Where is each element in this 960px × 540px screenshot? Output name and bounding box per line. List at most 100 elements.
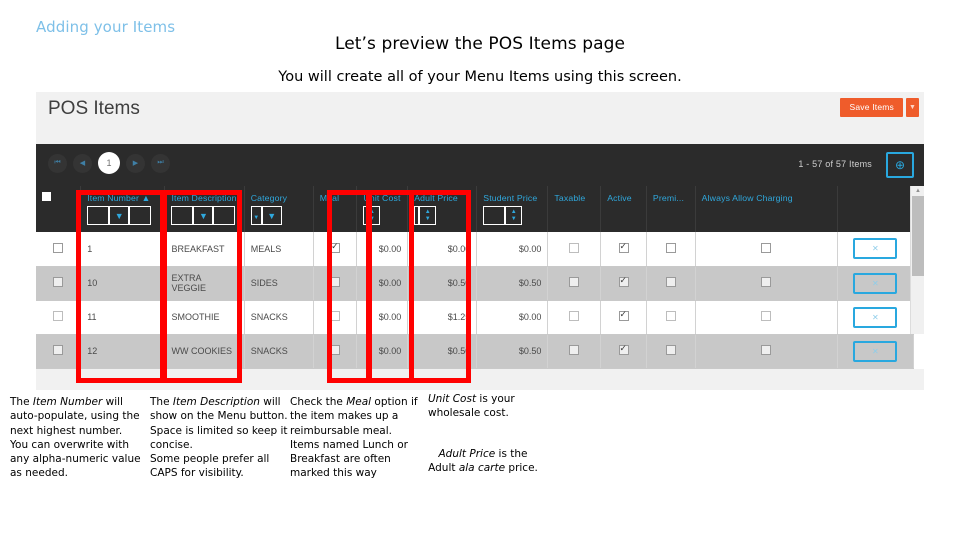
filter-item-description[interactable]: ▼: [164, 205, 245, 232]
col-adult-price[interactable]: Adult Price: [407, 186, 478, 205]
cell-unit-cost[interactable]: $0.00: [356, 300, 409, 335]
cell-unit-cost[interactable]: $0.00: [356, 266, 409, 301]
note-item-number-line2: You can overwrite with any alpha-numeric…: [10, 438, 141, 480]
vertical-scrollbar[interactable]: ▲: [910, 186, 924, 334]
cell-taxable-checkbox[interactable]: [569, 242, 580, 253]
cell-item-description[interactable]: WW COOKIES: [164, 334, 245, 369]
funnel-icon[interactable]: ▼: [193, 206, 214, 225]
save-items-button[interactable]: Save Items: [840, 98, 903, 117]
cell-meal-checkbox[interactable]: [330, 241, 341, 253]
cell-item-number[interactable]: 1: [80, 232, 166, 267]
funnel-icon[interactable]: ▼: [261, 206, 282, 225]
col-select-all[interactable]: [36, 186, 82, 205]
cell-item-number[interactable]: 12: [80, 334, 166, 369]
cell-active-checkbox[interactable]: [618, 241, 629, 253]
cell-unit-cost[interactable]: $0.00: [356, 334, 409, 369]
filter-item-number-input[interactable]: [87, 206, 110, 225]
pagination-last-icon[interactable]: ⏭: [151, 153, 170, 173]
col-item-number[interactable]: Item Number ▲: [80, 186, 166, 205]
cell-category[interactable]: SNACKS: [244, 300, 314, 335]
col-item-description[interactable]: Item Description: [164, 186, 245, 205]
pagination-page-1[interactable]: 1: [98, 152, 120, 174]
cell-meal-checkbox[interactable]: [330, 345, 341, 355]
cell-active-checkbox[interactable]: [618, 309, 629, 321]
spinner-icon[interactable]: ▲ ▼: [505, 206, 523, 225]
cell-premium-checkbox[interactable]: [665, 277, 676, 287]
row-select-checkbox[interactable]: [53, 242, 64, 253]
row-select-checkbox[interactable]: [53, 345, 64, 355]
save-options-caret-icon[interactable]: ▼: [906, 98, 919, 117]
filter-item-number[interactable]: ▼: [80, 205, 166, 232]
filter-item-description-clear[interactable]: [213, 206, 236, 225]
cell-always-allow-charging-checkbox[interactable]: [761, 311, 772, 321]
filter-student-price[interactable]: ▲ ▼: [476, 205, 549, 232]
grid-toolbar: ⏮ ◀ 1 ▶ ⏭ 1 - 57 of 57 Items ⊕: [36, 144, 924, 186]
cell-item-description[interactable]: EXTRA VEGGIE: [164, 266, 245, 301]
cell-adult-price[interactable]: $1.25: [407, 300, 478, 335]
cell-meal-checkbox[interactable]: [330, 277, 341, 287]
col-meal[interactable]: Meal: [313, 186, 358, 205]
pos-items-panel: POS Items Save Items ▼ ⏮ ◀ 1 ▶ ⏭ 1 - 57 …: [36, 92, 924, 390]
pagination-first-icon[interactable]: ⏮: [48, 153, 67, 173]
row-select-checkbox[interactable]: [53, 277, 64, 287]
filter-item-description-input[interactable]: [171, 206, 194, 225]
delete-row-button[interactable]: ✕: [853, 238, 898, 260]
cell-meal-checkbox[interactable]: [330, 311, 341, 321]
pagination-prev-icon[interactable]: ◀: [73, 153, 92, 173]
cell-active-checkbox[interactable]: [618, 343, 629, 355]
col-unit-cost[interactable]: Unit Cost: [356, 186, 409, 205]
scrollbar-thumb[interactable]: [912, 196, 924, 276]
cell-taxable-checkbox[interactable]: [569, 277, 580, 287]
cell-adult-price[interactable]: $0.50: [407, 266, 478, 301]
cell-premium-checkbox[interactable]: [665, 345, 676, 355]
col-always-allow-charging[interactable]: Always Allow Charging: [695, 186, 838, 205]
col-student-price[interactable]: Student Price: [476, 186, 549, 205]
col-premium[interactable]: Premi...: [646, 186, 696, 205]
delete-row-button[interactable]: ✕: [853, 340, 898, 362]
cell-item-description[interactable]: SMOOTHIE: [164, 300, 245, 335]
cell-item-number[interactable]: 10: [80, 266, 166, 301]
scroll-up-icon[interactable]: ▲: [912, 186, 924, 196]
col-taxable[interactable]: Taxable: [547, 186, 602, 205]
cell-premium-checkbox[interactable]: [665, 311, 676, 321]
row-select-checkbox[interactable]: [53, 311, 64, 321]
cell-item-description[interactable]: BREAKFAST: [164, 232, 245, 267]
cell-student-price[interactable]: $0.50: [476, 266, 549, 301]
delete-row-button[interactable]: ✕: [853, 272, 898, 294]
filter-adult-price[interactable]: ▲ ▼: [407, 205, 478, 232]
cell-always-allow-charging-checkbox[interactable]: [761, 345, 772, 355]
cell-student-price[interactable]: $0.00: [476, 300, 549, 335]
chevron-down-icon[interactable]: ▼: [250, 206, 262, 225]
pagination: ⏮ ◀ 1 ▶ ⏭: [48, 152, 170, 174]
cell-category[interactable]: SNACKS: [244, 334, 314, 369]
filter-student-price-input[interactable]: [483, 206, 506, 225]
cell-category[interactable]: SIDES: [244, 266, 314, 301]
filter-unit-cost[interactable]: ▲ ▼: [356, 205, 409, 232]
funnel-icon[interactable]: ▼: [109, 206, 130, 225]
filter-item-number-clear[interactable]: [129, 206, 152, 225]
cell-student-price[interactable]: $0.00: [476, 232, 549, 267]
cell-student-price[interactable]: $0.50: [476, 334, 549, 369]
cell-active-checkbox[interactable]: [618, 275, 629, 287]
cell-adult-price[interactable]: $0.50: [407, 334, 478, 369]
cell-unit-cost[interactable]: $0.00: [356, 232, 409, 267]
col-category[interactable]: Category: [244, 186, 314, 205]
cell-category[interactable]: MEALS: [244, 232, 314, 267]
select-all-checkbox[interactable]: [42, 192, 51, 201]
spinner-icon[interactable]: ▲ ▼: [419, 206, 437, 225]
cell-taxable-checkbox[interactable]: [569, 311, 580, 321]
cell-adult-price[interactable]: $0.00: [407, 232, 478, 267]
pagination-next-icon[interactable]: ▶: [126, 153, 145, 173]
delete-row-button[interactable]: ✕: [853, 306, 898, 328]
cell-taxable-checkbox[interactable]: [569, 345, 580, 355]
table-row: 10 EXTRA VEGGIE SIDES $0.00 $0.50 $0.50 …: [36, 266, 915, 301]
cell-always-allow-charging-checkbox[interactable]: [761, 242, 772, 253]
cell-premium-checkbox[interactable]: [665, 242, 676, 253]
add-item-button[interactable]: ⊕: [886, 152, 914, 178]
filter-category[interactable]: ▼ ▼: [244, 205, 314, 232]
spinner-icon[interactable]: ▲ ▼: [363, 206, 381, 225]
note-meal: Check the Meal option if the item makes …: [290, 395, 425, 481]
cell-always-allow-charging-checkbox[interactable]: [761, 277, 772, 287]
col-active[interactable]: Active: [600, 186, 647, 205]
cell-item-number[interactable]: 11: [80, 300, 166, 335]
